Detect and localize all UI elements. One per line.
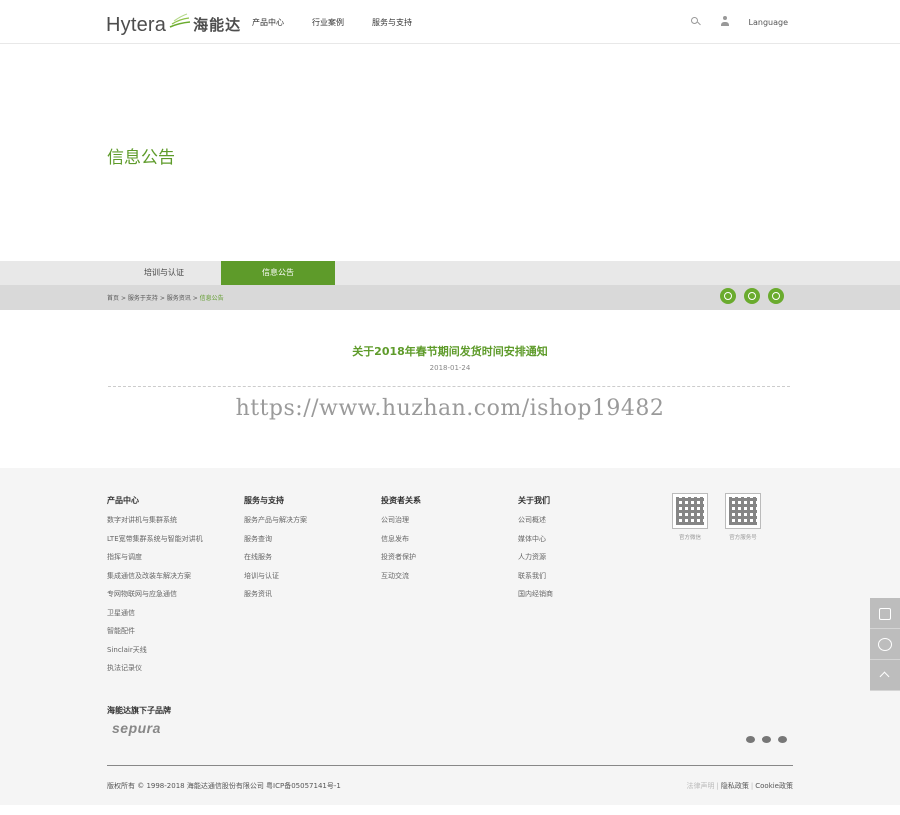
breadcrumb-sep: > <box>120 295 126 302</box>
cookie-link[interactable]: Cookie政策 <box>755 782 793 790</box>
footer-link[interactable]: 服务产品与解决方案 <box>244 511 307 530</box>
logo-wave-icon <box>169 13 191 28</box>
sub-brands-title: 海能达旗下子品牌 <box>107 706 171 715</box>
weibo-icon[interactable] <box>762 736 771 743</box>
site-footer: 产品中心 数字对讲机与集群系统 LTE宽带集群系统与智能对讲机 指挥与调度 集成… <box>0 468 900 805</box>
breadcrumb-sep: > <box>159 295 165 302</box>
footer-link[interactable]: 人力资源 <box>518 548 553 567</box>
footer-link[interactable]: 在线服务 <box>244 548 307 567</box>
footer-link[interactable]: LTE宽带集群系统与智能对讲机 <box>107 530 203 549</box>
share-icon[interactable] <box>744 288 760 304</box>
footer-link[interactable]: 指挥与调度 <box>107 548 203 567</box>
article-title: 关于2018年春节期间发货时间安排通知 <box>352 345 548 358</box>
contact-form-icon[interactable] <box>870 598 900 629</box>
footer-column-service: 服务与支持 服务产品与解决方案 服务查询 在线服务 培训与认证 服务资讯 <box>244 495 307 604</box>
footer-link[interactable]: 执法记录仪 <box>107 659 203 678</box>
footer-link[interactable]: 智能配件 <box>107 622 203 641</box>
legal-sep: | <box>716 782 719 790</box>
header-tools: Language <box>689 15 788 29</box>
breadcrumb-news[interactable]: 服务资讯 <box>167 295 191 302</box>
share-buttons <box>720 288 784 304</box>
footer-link[interactable]: 集成通信及改装车解决方案 <box>107 567 203 586</box>
article-divider <box>108 386 790 387</box>
nav-item-products[interactable]: 产品中心 <box>252 17 284 28</box>
logo-text-en: Hytera <box>106 14 167 36</box>
footer-column-about: 关于我们 公司概述 媒体中心 人力资源 联系我们 国内经销商 <box>518 495 553 604</box>
footer-link[interactable]: 联系我们 <box>518 567 553 586</box>
main-nav: 产品中心 行业案例 服务与支持 <box>252 17 412 28</box>
qr-wechat: 官方微信 <box>672 493 708 541</box>
chat-icon[interactable] <box>870 629 900 660</box>
footer-link[interactable]: 公司治理 <box>381 511 421 530</box>
qr-label: 官方微信 <box>678 535 701 541</box>
footer-link[interactable]: 国内经销商 <box>518 585 553 604</box>
footer-link[interactable]: 培训与认证 <box>244 567 307 586</box>
footer-link[interactable]: 投资者保护 <box>381 548 421 567</box>
footer-link[interactable]: 服务资讯 <box>244 585 307 604</box>
wechat-icon[interactable] <box>746 736 755 743</box>
back-to-top-icon[interactable] <box>870 660 900 691</box>
footer-heading: 服务与支持 <box>244 496 284 505</box>
footer-link[interactable]: 信息发布 <box>381 530 421 549</box>
breadcrumb-home[interactable]: 首页 <box>107 295 119 302</box>
search-icon[interactable] <box>689 15 703 29</box>
article-date: 2018-01-24 <box>429 364 471 372</box>
sepura-logo[interactable]: sepura <box>112 720 161 736</box>
nav-item-service[interactable]: 服务与支持 <box>372 17 412 28</box>
side-toolbar <box>870 598 900 691</box>
section-tabs: 培训与认证 信息公告 <box>0 261 900 285</box>
social-links <box>746 736 787 743</box>
tab-training[interactable]: 培训与认证 <box>107 261 221 285</box>
footer-heading: 关于我们 <box>518 496 550 505</box>
qr-code-icon <box>725 493 761 529</box>
privacy-link[interactable]: 隐私政策 <box>721 782 749 790</box>
breadcrumb-bar: 首页 > 服务于支持 > 服务资讯 > 信息公告 <box>0 285 900 310</box>
footer-divider <box>107 765 793 766</box>
footer-heading: 投资者关系 <box>381 496 421 505</box>
qr-service-account: 官方服务号 <box>725 493 761 541</box>
watermark-text: https://www.huzhan.com/ishop19482 <box>235 396 665 421</box>
tab-announcements[interactable]: 信息公告 <box>221 261 335 285</box>
hytera-logo[interactable]: Hytera 海能达 <box>106 9 241 35</box>
qr-label: 官方服务号 <box>729 535 757 541</box>
footer-column-investors: 投资者关系 公司治理 信息发布 投资者保护 互动交流 <box>381 495 421 585</box>
user-icon[interactable] <box>719 15 733 29</box>
footer-link[interactable]: 公司概述 <box>518 511 553 530</box>
copyright: 版权所有 © 1998-2018 海能达通信股份有限公司 粤ICP备050571… <box>107 782 341 790</box>
footer-link[interactable]: 数字对讲机与集群系统 <box>107 511 203 530</box>
linkedin-icon[interactable] <box>778 736 787 743</box>
weibo-share-icon[interactable] <box>768 288 784 304</box>
footer-link[interactable]: 卫星通信 <box>107 604 203 623</box>
footer-link[interactable]: 服务查询 <box>244 530 307 549</box>
breadcrumb-service[interactable]: 服务于支持 <box>128 295 158 302</box>
language-switch[interactable]: Language <box>749 18 788 27</box>
legal-links: 法律声明 | 隐私政策 | Cookie政策 <box>687 781 793 791</box>
footer-link[interactable]: Sinclair天线 <box>107 641 203 660</box>
page-title: 信息公告 <box>107 148 175 168</box>
footer-link[interactable]: 专网物联网与应急通信 <box>107 585 203 604</box>
nav-item-cases[interactable]: 行业案例 <box>312 17 344 28</box>
legal-disclaimer-link[interactable]: 法律声明 <box>687 782 715 790</box>
breadcrumb-current: 信息公告 <box>199 295 224 302</box>
site-header: Hytera 海能达 产品中心 行业案例 服务与支持 Language <box>0 0 900 44</box>
footer-link[interactable]: 媒体中心 <box>518 530 553 549</box>
footer-column-products: 产品中心 数字对讲机与集群系统 LTE宽带集群系统与智能对讲机 指挥与调度 集成… <box>107 495 203 678</box>
legal-sep: | <box>750 782 754 790</box>
breadcrumb-sep: > <box>192 295 198 302</box>
footer-link[interactable]: 互动交流 <box>381 567 421 586</box>
wechat-share-icon[interactable] <box>720 288 736 304</box>
qr-code-icon <box>672 493 708 529</box>
footer-heading: 产品中心 <box>107 496 139 505</box>
logo-text-cn: 海能达 <box>193 16 242 34</box>
breadcrumb: 首页 > 服务于支持 > 服务资讯 > 信息公告 <box>107 293 224 302</box>
